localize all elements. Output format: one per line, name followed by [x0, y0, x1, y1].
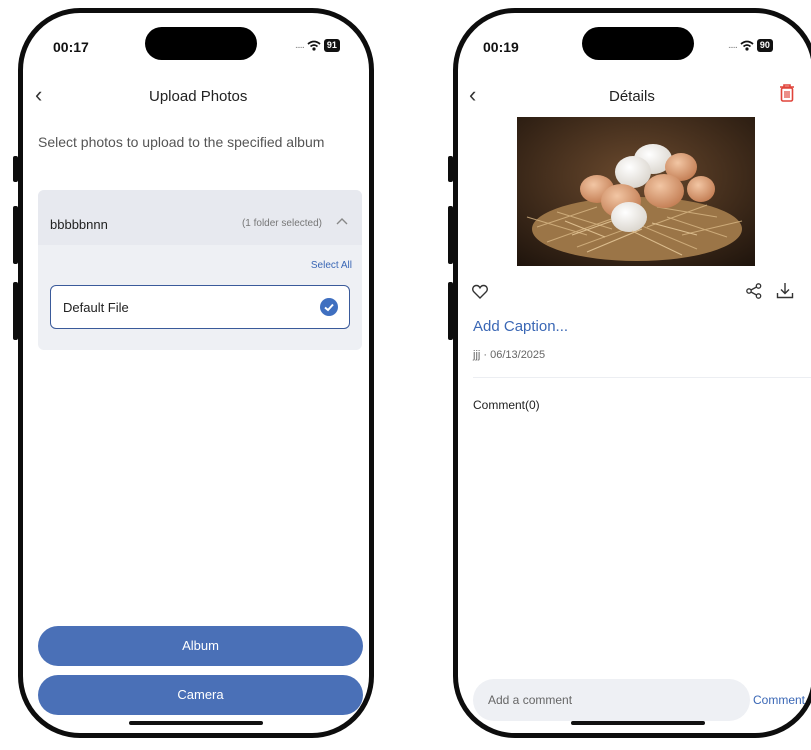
folder-name: bbbbbnnn [50, 217, 108, 232]
download-icon[interactable] [776, 282, 794, 304]
camera-button[interactable]: Camera [38, 675, 363, 715]
back-icon[interactable]: ‹ [35, 84, 42, 106]
signal-icon: ..... [295, 40, 305, 51]
back-icon[interactable]: ‹ [469, 84, 476, 106]
photo-meta: jjj · 06/13/2025 [473, 349, 546, 361]
page-title: Upload Photos [149, 88, 248, 105]
status-time: 00:17 [53, 39, 89, 55]
album-button[interactable]: Album [38, 626, 363, 666]
trash-icon[interactable] [778, 83, 796, 108]
battery-indicator: 90 [756, 39, 773, 52]
folder-header[interactable]: bbbbbnnn (1 folder selected) [38, 190, 362, 245]
dynamic-island [145, 27, 257, 60]
comment-placeholder: Add a comment [488, 693, 573, 707]
status-icons: ..... 90 [728, 39, 773, 52]
dynamic-island [582, 27, 694, 60]
default-file-option[interactable]: Default File [50, 285, 350, 329]
add-caption-link[interactable]: Add Caption... [473, 318, 568, 335]
home-indicator [571, 721, 705, 725]
comment-send-button[interactable]: Comment [753, 693, 805, 707]
page-title: Détails [609, 88, 655, 105]
battery-indicator: 91 [323, 39, 340, 52]
file-label: Default File [63, 300, 129, 315]
wifi-icon [740, 40, 754, 51]
comment-count: Comment(0) [473, 398, 540, 412]
heart-icon[interactable] [472, 284, 488, 304]
select-all-link[interactable]: Select All [311, 260, 352, 271]
status-time: 00:19 [483, 39, 519, 55]
upload-instruction: Select photos to upload to the specified… [38, 134, 325, 150]
wifi-icon [307, 40, 321, 51]
chevron-up-icon[interactable] [336, 214, 348, 228]
folder-card: bbbbbnnn (1 folder selected) Select All … [38, 190, 362, 350]
home-indicator [129, 721, 263, 725]
folder-selection-count: (1 folder selected) [241, 218, 322, 229]
comment-input[interactable]: Add a comment [473, 679, 750, 721]
signal-icon: ..... [728, 40, 738, 51]
upload-photos-screen: 00:17 ..... 91 ‹ Upload Photos Select ph… [18, 8, 374, 738]
photo-details-screen: 00:19 ..... 90 ‹ Détails Add Caption... … [453, 8, 811, 738]
check-icon[interactable] [320, 298, 338, 316]
status-icons: ..... 91 [295, 39, 340, 52]
photo-image[interactable] [517, 117, 755, 266]
share-icon[interactable] [746, 283, 762, 304]
divider [473, 377, 811, 378]
